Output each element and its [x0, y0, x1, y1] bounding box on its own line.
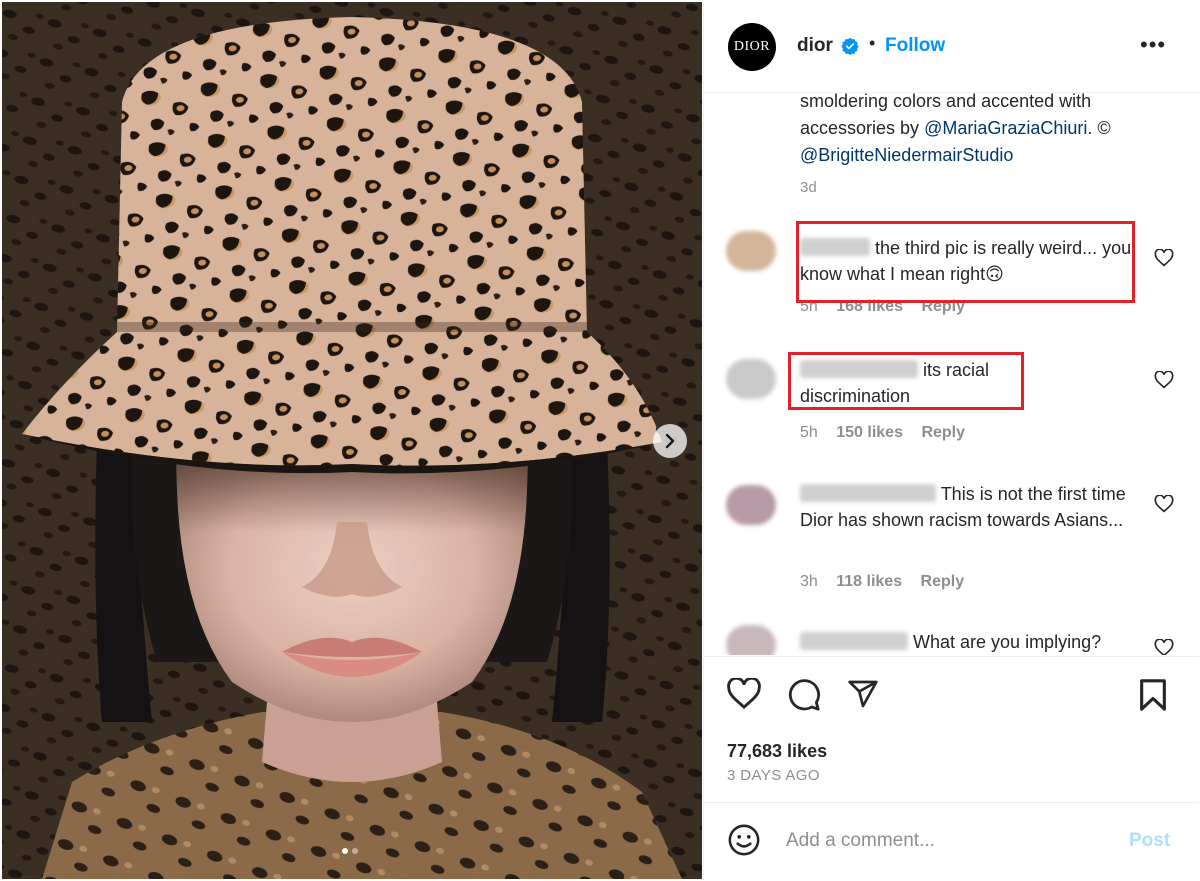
- comment-likes[interactable]: 150 likes: [836, 424, 903, 441]
- carousel-dot: [352, 848, 358, 854]
- commenter-avatar[interactable]: [726, 485, 776, 525]
- comment-bubble-icon[interactable]: [786, 678, 822, 712]
- post-sidebar: DIOR dior • Follow ••• smoldering colors…: [703, 2, 1199, 879]
- comment-composer: Post: [704, 802, 1199, 880]
- commenter-avatar[interactable]: [726, 625, 776, 655]
- highlight-box: [796, 221, 1135, 303]
- like-count[interactable]: 77,683 likes: [727, 741, 827, 762]
- comments-list[interactable]: smoldering colors and accented with acce…: [704, 93, 1199, 655]
- commenter-avatar[interactable]: [726, 231, 776, 271]
- highlight-box: [788, 352, 1024, 410]
- blurred-username: [800, 632, 908, 650]
- reply-button[interactable]: Reply: [921, 573, 965, 590]
- comment-like-heart-icon[interactable]: [1154, 371, 1174, 389]
- post-image: [2, 2, 702, 879]
- comment-likes[interactable]: 118 likes: [836, 573, 902, 590]
- comment-meta: 5h 150 likes Reply: [800, 424, 979, 442]
- caption-text: . ©: [1087, 118, 1111, 138]
- comment-like-heart-icon[interactable]: [1154, 249, 1174, 267]
- comment-body: What are you implying?: [913, 632, 1102, 652]
- verified-badge-icon: [841, 37, 859, 55]
- comment-time: 3h: [800, 573, 818, 590]
- post-caption: smoldering colors and accented with acce…: [800, 93, 1160, 169]
- post-button[interactable]: Post: [1129, 830, 1170, 852]
- username[interactable]: dior: [797, 35, 833, 57]
- comment-meta: 3h 118 likes Reply: [800, 573, 978, 591]
- paper-plane-icon[interactable]: [846, 678, 880, 710]
- comment-text: What are you implying?: [800, 629, 1140, 655]
- more-options-button[interactable]: •••: [1140, 32, 1166, 58]
- follow-button[interactable]: Follow: [885, 35, 945, 57]
- separator-dot: •: [869, 33, 876, 53]
- post-actions: 77,683 likes 3 DAYS AGO: [704, 656, 1199, 802]
- emoji-icon[interactable]: [727, 823, 761, 857]
- blurred-username: [800, 484, 936, 502]
- comment-like-heart-icon[interactable]: [1154, 639, 1174, 655]
- mention-link[interactable]: @BrigitteNiedermairStudio: [800, 145, 1013, 165]
- comment-time: 5h: [800, 424, 818, 441]
- instagram-post-view: DIOR dior • Follow ••• smoldering colors…: [0, 0, 1200, 881]
- chevron-right-icon: [665, 433, 675, 449]
- heart-icon[interactable]: [726, 678, 762, 710]
- carousel-indicator: [342, 848, 358, 854]
- post-date: 3 DAYS AGO: [727, 767, 820, 784]
- bookmark-icon[interactable]: [1138, 678, 1168, 712]
- carousel-dot-active: [342, 848, 348, 854]
- next-slide-button[interactable]: [653, 424, 687, 458]
- reply-button[interactable]: Reply: [921, 424, 965, 441]
- post-header: DIOR dior • Follow •••: [704, 2, 1199, 93]
- caption-timestamp: 3d: [800, 179, 817, 196]
- mention-link[interactable]: @MariaGraziaChiuri: [924, 118, 1087, 138]
- commenter-avatar[interactable]: [726, 359, 776, 399]
- profile-avatar[interactable]: DIOR: [728, 23, 776, 71]
- comment-text: This is not the first time Dior has show…: [800, 481, 1140, 533]
- comment-input[interactable]: [784, 825, 1108, 857]
- leopard-hat-portrait: [2, 2, 702, 879]
- comment-like-heart-icon[interactable]: [1154, 495, 1174, 513]
